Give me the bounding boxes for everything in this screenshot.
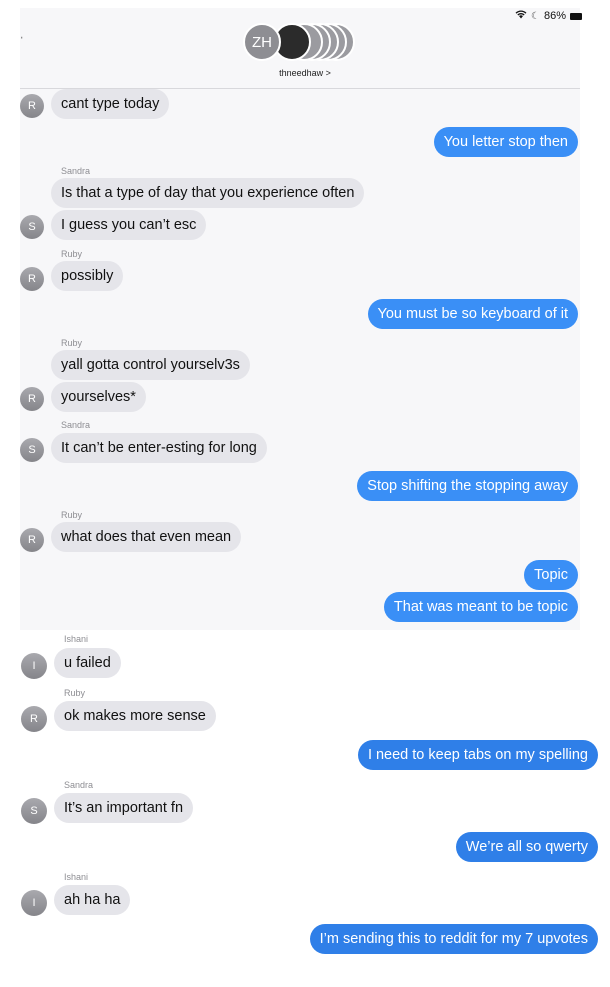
outgoing-message: I need to keep tabs on my spelling [357,740,598,770]
avatar: S [20,215,44,239]
incoming-message: It’s an important fn [54,793,194,823]
avatar: R [21,706,47,732]
avatar-initials: ZH [243,23,281,61]
incoming-message: cant type today [51,89,170,119]
incoming-message: u failed [54,648,121,678]
incoming-message: possibly [51,261,124,291]
incoming-message: what does that even mean [51,522,242,552]
sender-name: Ishani [64,634,89,644]
sender-name: Ruby [64,688,86,698]
incoming-message: ok makes more sense [54,701,216,731]
avatar: R [20,267,44,291]
outgoing-message: Stop shifting the stopping away [357,471,578,501]
avatar: I [21,890,47,916]
avatar: I [21,653,47,679]
incoming-message: It can’t be enter-esting for long [51,433,267,463]
incoming-message: yall gotta control yourselv3s [51,350,250,380]
group-name[interactable]: thneedhaw > [0,68,610,78]
outgoing-message: I’m sending this to reddit for my 7 upvo… [309,924,598,954]
incoming-message: yourselves* [51,382,146,412]
sender-name: Ruby [61,249,83,259]
group-avatars[interactable]: ZH [243,23,363,61]
incoming-message: ah ha ha [54,885,131,915]
sender-name: Ruby [61,510,83,520]
sender-name: Sandra [64,780,94,790]
sender-name: Ishani [64,872,89,882]
sender-name: Sandra [61,420,91,430]
avatar: R [20,94,44,118]
outgoing-message: We’re all so qwerty [455,832,598,862]
outgoing-message: You must be so keyboard of it [367,299,578,329]
outgoing-message: Topic [524,560,578,590]
incoming-message: Is that a type of day that you experienc… [51,178,365,208]
avatar: R [20,387,44,411]
outgoing-message: That was meant to be topic [383,592,578,622]
incoming-message: I guess you can’t esc [51,210,207,240]
avatar: R [20,528,44,552]
avatar: S [20,438,44,462]
sender-name: Sandra [61,166,91,176]
outgoing-message: You letter stop then [433,127,578,157]
avatar: S [21,798,47,824]
sender-name: Ruby [61,338,83,348]
